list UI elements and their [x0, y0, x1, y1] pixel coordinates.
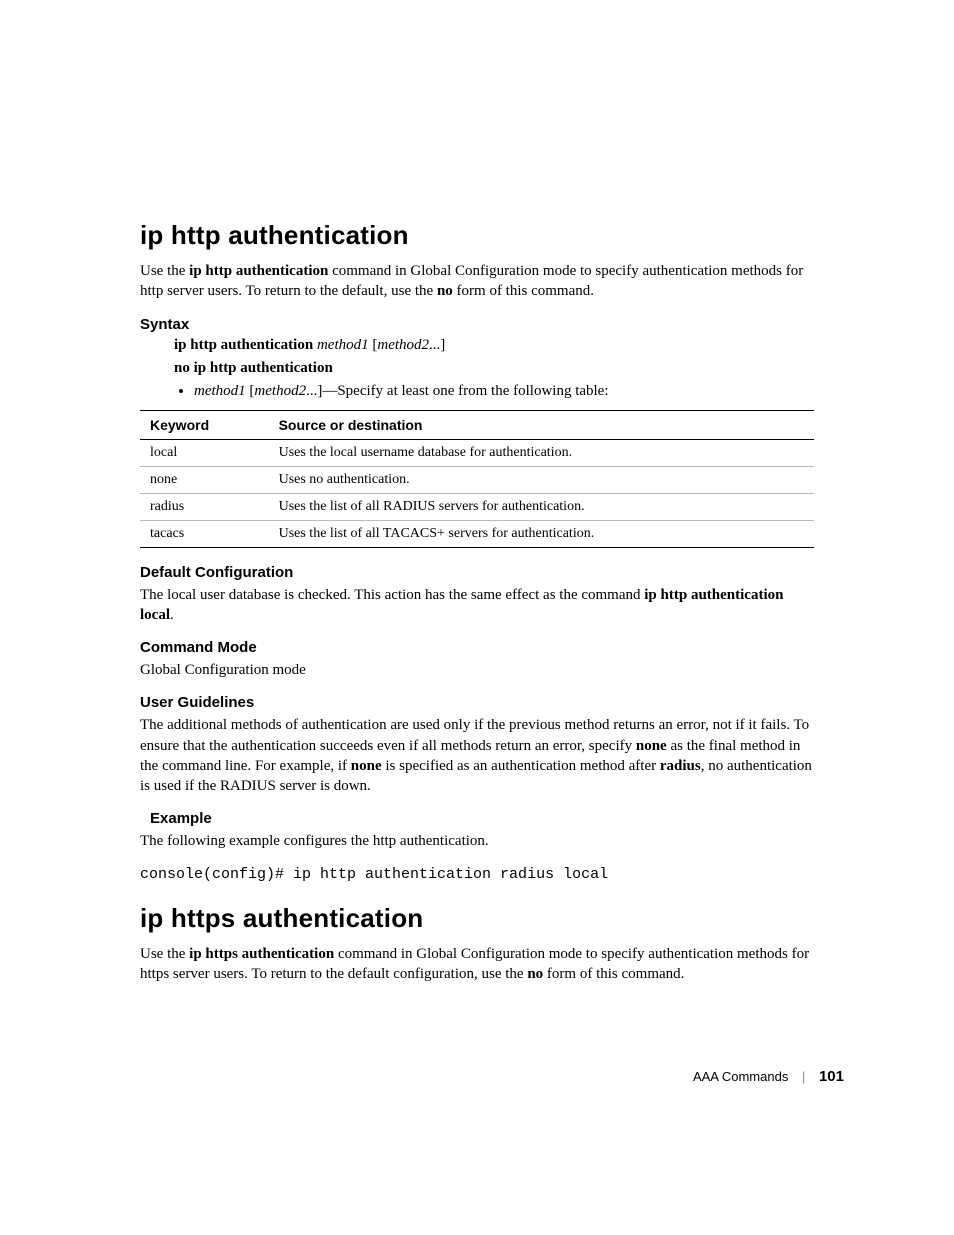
th-keyword: Keyword: [140, 410, 269, 439]
syntax-heading: Syntax: [140, 316, 814, 333]
keyword-table: Keyword Source or destination local Uses…: [140, 410, 814, 548]
td-keyword: tacacs: [140, 520, 269, 547]
example-code: console(config)# ip http authentication …: [140, 866, 814, 883]
document-page: ip http authentication Use the ip http a…: [0, 0, 954, 1235]
defcfg-text: The local user database is checked. This…: [140, 585, 814, 626]
syntax-bullet-1: method1 [method2...]—Specify at least on…: [194, 383, 814, 400]
intro-1-t2: form of this command.: [453, 283, 594, 299]
example-heading: Example: [150, 810, 814, 827]
td-keyword: radius: [140, 493, 269, 520]
g-b1: none: [636, 738, 667, 754]
intro-1-cmd: ip http authentication: [189, 263, 328, 279]
td-desc: Uses the local username database for aut…: [269, 439, 814, 466]
footer-page-number: 101: [819, 1068, 844, 1085]
intro-2-t2: form of this command.: [543, 966, 684, 982]
g-b3: radius: [660, 758, 701, 774]
intro-1-t0: Use the: [140, 263, 189, 279]
table-row: none Uses no authentication.: [140, 466, 814, 493]
syntax-line-2: no ip http authentication: [174, 360, 814, 377]
footer-chapter: AAA Commands: [693, 1069, 788, 1084]
guide-text: The additional methods of authentication…: [140, 715, 814, 796]
page-footer: AAA Commands | 101: [693, 1068, 844, 1085]
intro-2-no: no: [527, 966, 543, 982]
footer-separator: |: [802, 1069, 805, 1084]
mode-text: Global Configuration mode: [140, 660, 814, 680]
table-row: radius Uses the list of all RADIUS serve…: [140, 493, 814, 520]
syntax-bullets: method1 [method2...]—Specify at least on…: [174, 383, 814, 400]
table-row: tacacs Uses the list of all TACACS+ serv…: [140, 520, 814, 547]
th-source: Source or destination: [269, 410, 814, 439]
intro-2: Use the ip https authentication command …: [140, 944, 814, 985]
intro-2-t0: Use the: [140, 946, 189, 962]
mode-heading: Command Mode: [140, 639, 814, 656]
g-t3: is specified as an authentication method…: [382, 758, 660, 774]
td-desc: Uses no authentication.: [269, 466, 814, 493]
syntax-m1: method1: [317, 337, 369, 353]
example-text: The following example configures the htt…: [140, 831, 814, 851]
command-title-2: ip https authentication: [140, 903, 814, 934]
g-b2: none: [351, 758, 382, 774]
intro-1: Use the ip http authentication command i…: [140, 261, 814, 302]
intro-2-cmd: ip https authentication: [189, 946, 334, 962]
syntax-line-1: ip http authentication method1 [method2.…: [174, 337, 814, 354]
intro-1-no: no: [437, 283, 453, 299]
command-title-1: ip http authentication: [140, 220, 814, 251]
b-m2: method2: [254, 383, 306, 399]
defcfg-t1: The local user database is checked. This…: [140, 587, 644, 603]
guide-heading: User Guidelines: [140, 694, 814, 711]
td-keyword: none: [140, 466, 269, 493]
td-keyword: local: [140, 439, 269, 466]
table-row: local Uses the local username database f…: [140, 439, 814, 466]
td-desc: Uses the list of all RADIUS servers for …: [269, 493, 814, 520]
defcfg-heading: Default Configuration: [140, 564, 814, 581]
syntax-cmd: ip http authentication: [174, 337, 313, 353]
defcfg-t2: .: [170, 607, 174, 623]
td-desc: Uses the list of all TACACS+ servers for…: [269, 520, 814, 547]
b-m1: method1: [194, 383, 246, 399]
syntax-m2: method2: [377, 337, 429, 353]
b-rest: ...]—Specify at least one from the follo…: [306, 383, 608, 399]
syntax-rest: ...]: [429, 337, 445, 353]
